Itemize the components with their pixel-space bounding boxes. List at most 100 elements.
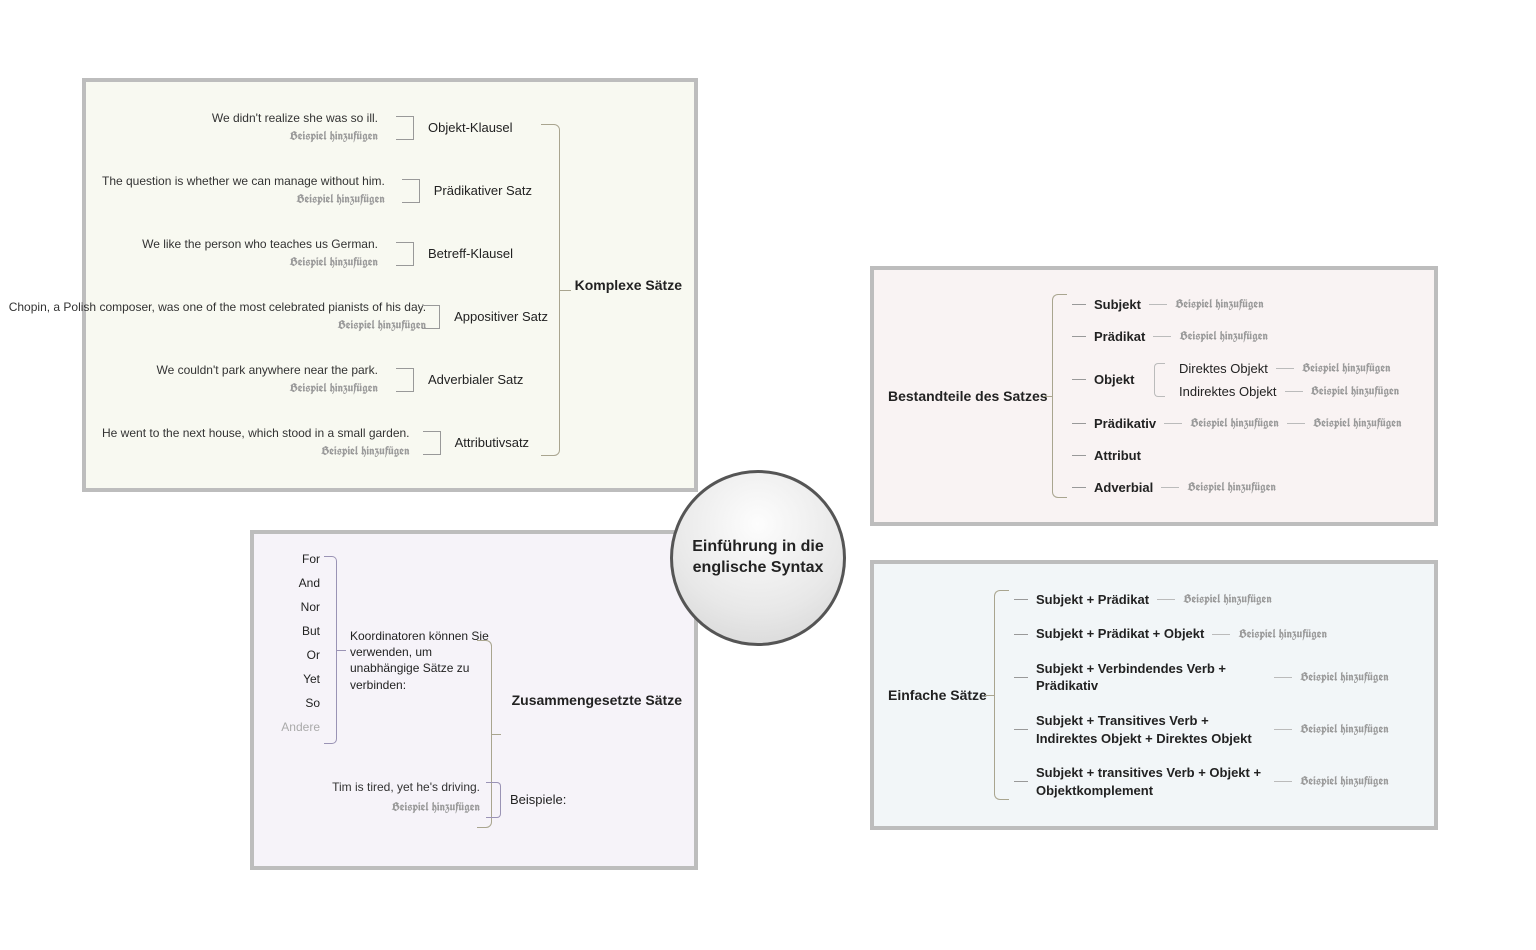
member-name: Adverbial xyxy=(1094,480,1153,495)
pattern-name: Subjekt + Transitives Verb + Indirektes … xyxy=(1036,712,1266,747)
member-name: Prädikativ xyxy=(1094,416,1156,431)
pattern-name: Subjekt + Prädikat xyxy=(1036,591,1149,609)
complex-item[interactable]: Chopin, a Polish composer, was one of th… xyxy=(102,291,548,343)
clause-name: Adverbialer Satz xyxy=(428,372,548,387)
pattern-row[interactable]: Subjekt + transitives Verb + Objekt + Ob… xyxy=(1014,764,1418,799)
add-example-link[interactable]: Beispiel hinzufügen xyxy=(1190,416,1279,431)
pattern-name: Subjekt + Verbindendes Verb + Prädikativ xyxy=(1036,660,1266,695)
add-example-link[interactable]: Beispiel hinzufügen xyxy=(1300,722,1389,737)
example-text: The question is whether we can manage wi… xyxy=(102,174,385,188)
example-text: We like the person who teaches us German… xyxy=(142,237,378,251)
example-text: We didn't realize she was so ill. xyxy=(212,111,378,125)
coordinator[interactable]: But xyxy=(270,624,320,638)
member-row[interactable]: Prädikat Beispiel hinzufügen xyxy=(1072,329,1418,344)
compound-examples-block: Tim is tired, yet he's driving. Beispiel… xyxy=(270,766,480,846)
add-example-link[interactable]: Beispiel hinzufügen xyxy=(337,318,426,333)
coordinator[interactable]: For xyxy=(270,552,320,566)
add-example-link[interactable]: Beispiel hinzufügen xyxy=(1311,384,1400,399)
coordinator[interactable]: And xyxy=(270,576,320,590)
complex-item[interactable]: We didn't realize she was so ill. Beispi… xyxy=(102,102,548,154)
clause-name: Objekt-Klausel xyxy=(428,120,548,135)
coordinators-block: For And Nor But Or Yet So Andere Koordin… xyxy=(270,552,480,752)
add-example-link[interactable]: Beispiel hinzufügen xyxy=(1238,627,1327,642)
add-example-link[interactable]: Beispiel hinzufügen xyxy=(1300,670,1389,685)
member-row[interactable]: Attribut xyxy=(1072,448,1418,463)
mindmap-canvas: Einführung in die englische Syntax Kompl… xyxy=(0,0,1536,950)
member-name: Prädikat xyxy=(1094,329,1145,344)
add-example-link[interactable]: Beispiel hinzufügen xyxy=(1313,416,1402,431)
clause-name: Prädikativer Satz xyxy=(434,183,548,198)
add-example-link[interactable]: Beispiel hinzufügen xyxy=(391,800,480,815)
pattern-row[interactable]: Subjekt + Prädikat Beispiel hinzufügen xyxy=(1014,591,1418,609)
clause-name: Appositiver Satz xyxy=(454,309,548,324)
panel-title-complex: Komplexe Sätze xyxy=(575,277,682,293)
complex-item[interactable]: The question is whether we can manage wi… xyxy=(102,165,548,217)
member-subrow[interactable]: Indirektes Objekt Beispiel hinzufügen xyxy=(1179,384,1399,399)
member-name: Subjekt xyxy=(1094,297,1141,312)
coordinator[interactable]: Yet xyxy=(270,672,320,686)
coordinator-other[interactable]: Andere xyxy=(270,720,320,734)
panel-title-compound: Zusammengesetzte Sätze xyxy=(512,692,682,708)
connector xyxy=(392,108,414,148)
brace xyxy=(994,590,1009,800)
panel-simple-sentences[interactable]: Einfache Sätze Subjekt + Prädikat Beispi… xyxy=(870,560,1438,830)
coordinator[interactable]: So xyxy=(270,696,320,710)
center-node[interactable]: Einführung in die englische Syntax xyxy=(670,470,846,646)
add-example-link[interactable]: Beispiel hinzufügen xyxy=(1179,329,1268,344)
example-text: We couldn't park anywhere near the park. xyxy=(156,363,378,377)
coordinator[interactable]: Or xyxy=(270,648,320,662)
add-example-link[interactable]: Beispiel hinzufügen xyxy=(1187,480,1276,495)
panel-complex-sentences[interactable]: Komplexe Sätze We didn't realize she was… xyxy=(82,78,698,492)
coordinators-label: Koordinatoren können Sie verwenden, um u… xyxy=(350,628,490,693)
pattern-name: Subjekt + transitives Verb + Objekt + Ob… xyxy=(1036,764,1266,799)
panel-title-members: Bestandteile des Satzes xyxy=(888,388,1048,404)
member-subrow[interactable]: Direktes Objekt Beispiel hinzufügen xyxy=(1179,361,1399,376)
connector xyxy=(424,423,441,463)
member-sub-name: Indirektes Objekt xyxy=(1179,384,1277,399)
connector xyxy=(399,171,420,211)
connector xyxy=(486,782,501,818)
example-text: He went to the next house, which stood i… xyxy=(102,426,410,440)
pattern-name: Subjekt + Prädikat + Objekt xyxy=(1036,625,1204,643)
add-example-link[interactable]: Beispiel hinzufügen xyxy=(1302,361,1391,376)
example-text: Tim is tired, yet he's driving. xyxy=(332,780,480,794)
clause-name: Attributivsatz xyxy=(455,435,548,450)
member-sub-name: Direktes Objekt xyxy=(1179,361,1268,376)
member-row[interactable]: Adverbial Beispiel hinzufügen xyxy=(1072,480,1418,495)
add-example-link[interactable]: Beispiel hinzufügen xyxy=(289,129,378,144)
complex-item[interactable]: We like the person who teaches us German… xyxy=(102,228,548,280)
center-title: Einführung in die englische Syntax xyxy=(687,537,829,579)
pattern-row[interactable]: Subjekt + Prädikat + Objekt Beispiel hin… xyxy=(1014,625,1418,643)
panel-sentence-members[interactable]: Bestandteile des Satzes Subjekt Beispiel… xyxy=(870,266,1438,526)
member-name: Attribut xyxy=(1094,448,1141,463)
example-text: Chopin, a Polish composer, was one of th… xyxy=(9,300,426,314)
panel-title-simple: Einfache Sätze xyxy=(888,687,988,703)
clause-name: Betreff-Klausel xyxy=(428,246,548,261)
connector xyxy=(324,556,337,744)
add-example-link[interactable]: Beispiel hinzufügen xyxy=(289,381,378,396)
member-row-object[interactable]: Objekt Direktes Objekt Beispiel hinzufüg… xyxy=(1072,361,1418,399)
add-example-link[interactable]: Beispiel hinzufügen xyxy=(289,255,378,270)
complex-items: We didn't realize she was so ill. Beispi… xyxy=(102,96,548,474)
add-example-link[interactable]: Beispiel hinzufügen xyxy=(1183,592,1272,607)
brace xyxy=(1052,294,1067,498)
connector xyxy=(392,360,414,400)
complex-item[interactable]: We couldn't park anywhere near the park.… xyxy=(102,354,548,406)
connector xyxy=(392,234,414,274)
simple-rows: Subjekt + Prädikat Beispiel hinzufügen S… xyxy=(1014,582,1418,808)
add-example-link[interactable]: Beispiel hinzufügen xyxy=(296,192,385,207)
member-row[interactable]: Prädikativ Beispiel hinzufügen Beispiel … xyxy=(1072,416,1418,431)
pattern-row[interactable]: Subjekt + Verbindendes Verb + Prädikativ… xyxy=(1014,660,1418,695)
add-example-link[interactable]: Beispiel hinzufügen xyxy=(1175,297,1264,312)
coordinator-list: For And Nor But Or Yet So Andere xyxy=(270,552,320,734)
member-row[interactable]: Subjekt Beispiel hinzufügen xyxy=(1072,297,1418,312)
panel-compound-sentences[interactable]: Zusammengesetzte Sätze For And Nor But O… xyxy=(250,530,698,870)
member-name: Objekt xyxy=(1094,372,1146,387)
pattern-row[interactable]: Subjekt + Transitives Verb + Indirektes … xyxy=(1014,712,1418,747)
members-rows: Subjekt Beispiel hinzufügen Prädikat Bei… xyxy=(1072,288,1418,504)
coordinator[interactable]: Nor xyxy=(270,600,320,614)
add-example-link[interactable]: Beispiel hinzufügen xyxy=(1300,774,1389,789)
add-example-link[interactable]: Beispiel hinzufügen xyxy=(321,444,410,459)
examples-label: Beispiele: xyxy=(510,792,566,807)
complex-item[interactable]: He went to the next house, which stood i… xyxy=(102,417,548,469)
